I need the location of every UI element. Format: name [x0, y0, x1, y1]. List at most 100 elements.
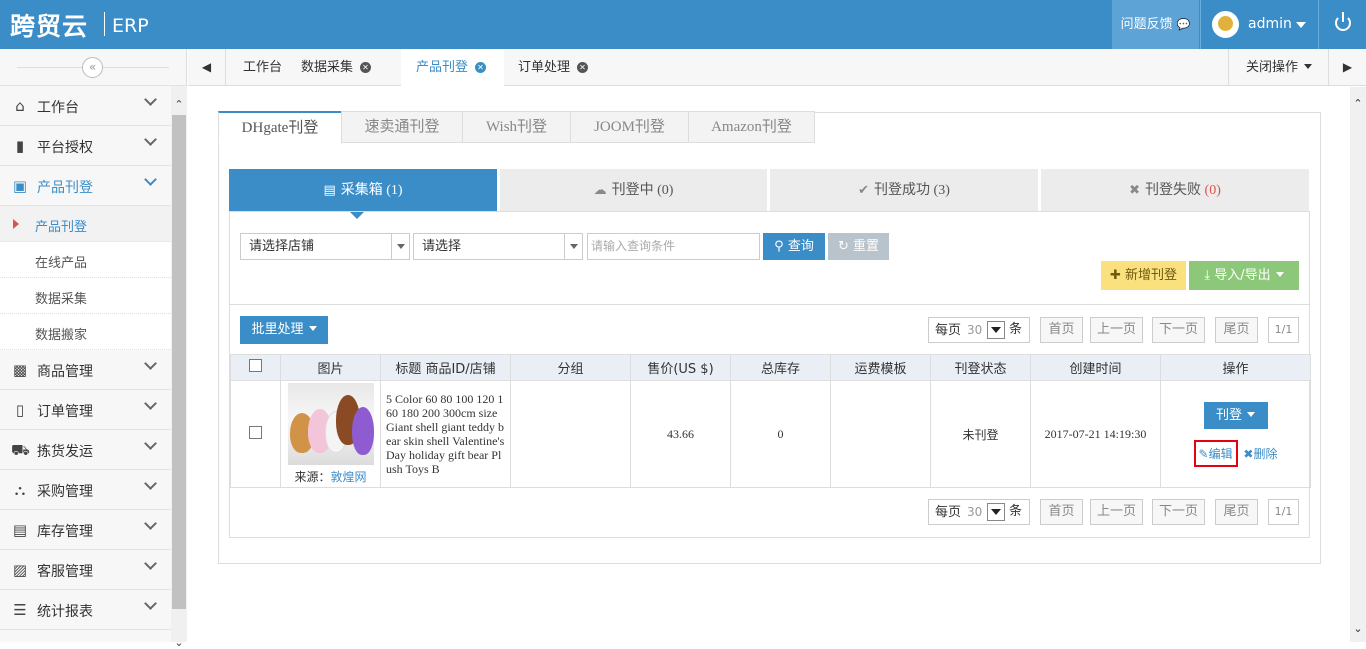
- sidebar-item-workbench[interactable]: ⌂ 工作台: [0, 86, 171, 126]
- page-indicator: 1/1: [1268, 499, 1299, 525]
- sidebar-item-platform-auth[interactable]: ▮ 平台授权: [0, 126, 171, 166]
- user-menu[interactable]: admin: [1200, 0, 1317, 49]
- delete-link[interactable]: ✖删除: [1243, 447, 1277, 461]
- sidebar-subitem-online-products[interactable]: 在线产品: [0, 242, 171, 278]
- query-button[interactable]: ⚲ 查询: [763, 233, 825, 260]
- column-header: 操作: [1160, 354, 1311, 381]
- status-tab-listing[interactable]: ☁ 刊登中 (0): [500, 169, 767, 211]
- source-link[interactable]: 敦煌网: [331, 470, 367, 484]
- sidebar-item-label: 商品管理: [37, 364, 93, 380]
- chevron-down-icon: [144, 517, 157, 530]
- tab-dhgate[interactable]: DHgate刊登: [218, 111, 342, 144]
- page-size-select[interactable]: [987, 503, 1005, 521]
- tab-order-processing[interactable]: 订单处理 ✕: [518, 49, 608, 86]
- scroll-down-icon[interactable]: ⌄: [173, 636, 185, 649]
- sidebar-subitem-data-collection[interactable]: 数据采集: [0, 278, 171, 314]
- sidebar-item-orders[interactable]: ▯ 订单管理: [0, 390, 171, 430]
- scroll-up-icon[interactable]: ⌃: [1352, 97, 1364, 110]
- product-image[interactable]: [287, 383, 374, 465]
- add-listing-button[interactable]: ✚ 新增刊登: [1101, 261, 1186, 290]
- close-icon[interactable]: ✕: [577, 62, 589, 73]
- last-page-button[interactable]: 尾页: [1215, 499, 1258, 525]
- sidebar-scrollbar[interactable]: ⌃ ⌄: [171, 86, 187, 649]
- first-page-button[interactable]: 首页: [1040, 317, 1083, 343]
- sidebar-item-goods[interactable]: ▩ 商品管理: [0, 350, 171, 390]
- status-tab-collection-box[interactable]: ▤ 采集箱 (1): [229, 169, 497, 219]
- batch-process-button[interactable]: 批里处理: [240, 316, 328, 344]
- scroll-down-icon[interactable]: ⌄: [1352, 622, 1364, 635]
- chevron-down-icon: [144, 357, 157, 370]
- tab-label: 产品刊登: [416, 60, 469, 75]
- next-page-button[interactable]: 下一页: [1152, 317, 1205, 343]
- close-operations-dropdown[interactable]: 关闭操作: [1228, 49, 1328, 86]
- table-row: 来源：敦煌网 5 Color 60 80 100 120 160 180 200…: [230, 380, 1311, 488]
- tab-wish[interactable]: Wish刊登: [462, 111, 571, 143]
- tab-workbench[interactable]: 工作台: [226, 49, 293, 86]
- tab-data-collection[interactable]: 数据采集 ✕: [301, 49, 391, 86]
- page-size-select[interactable]: [987, 321, 1005, 339]
- reset-button[interactable]: ↻ 重置: [828, 233, 889, 260]
- table-header: 图片 标题 商品ID/店铺 分组 售价(US $) 总库存 运费模板 刊登状态 …: [230, 354, 1311, 381]
- status-tab-failed[interactable]: ✖ 刊登失败 (0): [1041, 169, 1309, 211]
- query-input[interactable]: 请输入查询条件: [587, 233, 760, 260]
- prev-page-button[interactable]: 上一页: [1090, 499, 1143, 525]
- shop-select[interactable]: 请选择店铺: [240, 233, 410, 260]
- tab-amazon[interactable]: Amazon刊登: [688, 111, 815, 143]
- search-icon: ⚲: [774, 239, 784, 254]
- import-export-button[interactable]: ⤓ 导入/导出: [1189, 261, 1299, 290]
- edit-icon: ✎: [1198, 446, 1209, 461]
- collapse-icon[interactable]: «: [82, 57, 103, 78]
- status-tab-success[interactable]: ✔ 刊登成功 (3): [770, 169, 1038, 211]
- tab-product-listing[interactable]: 产品刊登 ✕: [401, 49, 504, 87]
- close-icon[interactable]: ✕: [360, 62, 372, 73]
- logout-button[interactable]: [1318, 0, 1366, 49]
- main-scrollbar[interactable]: ⌃ ⌄: [1350, 87, 1366, 642]
- sidebar-subitem-product-listing[interactable]: 产品刊登: [0, 206, 171, 242]
- tab-joom[interactable]: JOOM刊登: [570, 111, 689, 143]
- close-icon[interactable]: ✕: [475, 62, 487, 73]
- status-tab-label: 刊登中: [611, 183, 654, 198]
- product-name: ERP: [112, 15, 149, 37]
- next-page-button[interactable]: 下一页: [1152, 499, 1205, 525]
- page-tabs: ◀ 工作台 数据采集 ✕ 产品刊登 ✕ 订单处理 ✕ 关闭操作 ▶: [188, 49, 1366, 87]
- column-header: 售价(US $): [630, 354, 731, 381]
- tabs-scroll-left-button[interactable]: ◀: [188, 49, 226, 86]
- sidebar-item-shipping[interactable]: ⛟ 拣货发运: [0, 430, 171, 470]
- add-listing-label: 新增刊登: [1125, 268, 1178, 283]
- sidebar-item-purchase[interactable]: ⛬ 采购管理: [0, 470, 171, 510]
- refresh-icon: ↻: [837, 239, 849, 254]
- prev-page-button[interactable]: 上一页: [1090, 317, 1143, 343]
- sidebar-item-product-listing[interactable]: ▣ 产品刊登: [0, 166, 171, 206]
- column-header: 创建时间: [1030, 354, 1161, 381]
- sidebar-item-reports[interactable]: ☰ 统计报表: [0, 590, 171, 630]
- status-tab-label: 刊登失败: [1145, 183, 1202, 198]
- select-all-checkbox[interactable]: [249, 359, 262, 372]
- image-cell: 来源：敦煌网: [280, 380, 381, 488]
- page-size-control[interactable]: 每页 30 条: [928, 317, 1030, 343]
- username: admin: [1248, 16, 1292, 32]
- edit-link[interactable]: ✎编辑: [1193, 439, 1238, 467]
- sidebar-item-inventory[interactable]: ▤ 库存管理: [0, 510, 171, 550]
- last-page-button[interactable]: 尾页: [1215, 317, 1258, 343]
- sidebar-subitem-label: 在线产品: [35, 256, 88, 271]
- sidebar-subitem-data-move[interactable]: 数据搬家: [0, 314, 171, 350]
- cube-icon: ▣: [12, 177, 28, 195]
- chat-icon: 💬: [1176, 18, 1191, 31]
- page-size-control[interactable]: 每页 30 条: [928, 499, 1030, 525]
- feedback-button[interactable]: 问题反馈 💬: [1112, 0, 1199, 49]
- sidebar-item-label: 采购管理: [37, 484, 93, 500]
- category-select[interactable]: 请选择: [413, 233, 583, 260]
- per-page-label: 每页: [935, 323, 962, 338]
- chevron-down-icon: [564, 234, 582, 259]
- tab-aliexpress[interactable]: 速卖通刊登: [341, 111, 463, 143]
- sidebar-subitem-label: 产品刊登: [35, 220, 88, 235]
- tabs-scroll-right-button[interactable]: ▶: [1328, 49, 1366, 86]
- scrollbar-thumb[interactable]: [172, 115, 186, 609]
- scroll-up-icon[interactable]: ⌃: [173, 98, 185, 111]
- first-page-button[interactable]: 首页: [1040, 499, 1083, 525]
- row-checkbox[interactable]: [249, 425, 262, 439]
- chevron-down-icon: [1247, 411, 1255, 417]
- prev-page-label: 上一页: [1096, 322, 1136, 337]
- sidebar-item-customer-service[interactable]: ▨ 客服管理: [0, 550, 171, 590]
- publish-button[interactable]: 刊登: [1203, 401, 1268, 429]
